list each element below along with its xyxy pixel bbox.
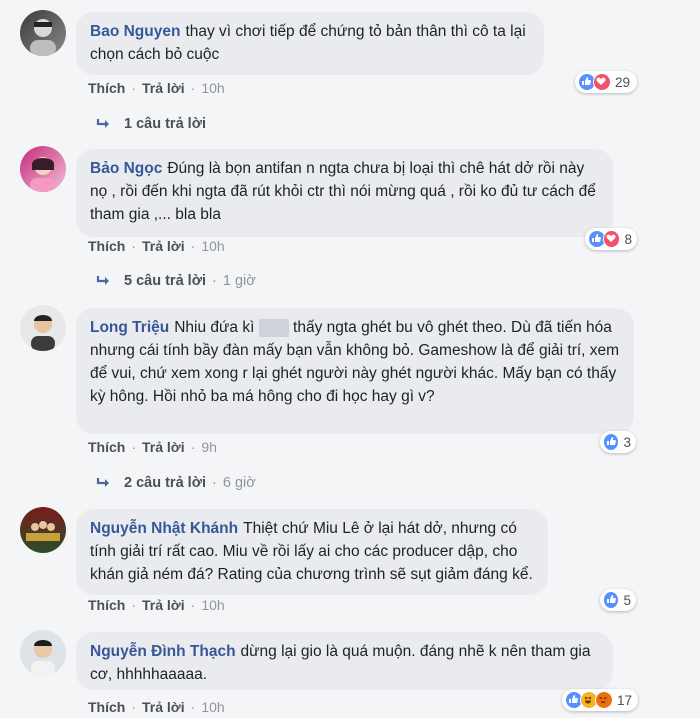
like-button[interactable]: Thích [88,238,125,254]
comment-bubble: Long Triệu Nhiu đứa kì thấy ngta ghét bu … [76,308,634,434]
reaction-summary[interactable]: 29 [575,71,637,93]
like-button[interactable]: Thích [88,439,125,455]
avatar[interactable] [20,305,66,351]
reaction-summary[interactable]: 8 [585,228,637,250]
comment-time[interactable]: 10h [201,80,224,96]
comment-actions: Thích · Trả lời · 10h [88,699,225,715]
view-replies-link[interactable]: 2 câu trả lời · 6 giờ [96,475,256,491]
view-replies-link[interactable]: 1 câu trả lời [96,116,206,132]
angry-icon [595,691,613,709]
reply-button[interactable]: Trả lời [142,80,185,96]
avatar[interactable] [20,630,66,676]
like-button[interactable]: Thích [88,699,125,715]
comment-actions: Thích · Trả lời · 10h [88,238,225,254]
love-icon [593,73,611,91]
replies-count[interactable]: 2 câu trả lời [124,475,206,491]
reply-arrow-icon [96,119,109,129]
comment-time[interactable]: 10h [201,597,224,613]
reply-arrow-icon [96,478,109,488]
avatar[interactable] [20,10,66,56]
comment-time[interactable]: 10h [201,699,224,715]
reaction-count: 3 [623,434,631,450]
comment-bubble: Nguyễn Đình Thạch dừng lại gio là quá muộ… [76,632,613,690]
reaction-summary[interactable]: 3 [600,431,636,453]
reaction-count: 5 [623,592,631,608]
comment-actions: Thích · Trả lời · 10h [88,597,225,613]
comment-author[interactable]: Long Triệu [90,319,169,336]
comment-time[interactable]: 9h [201,439,217,455]
view-replies-link[interactable]: 5 câu trả lời · 1 giờ [96,273,256,289]
reaction-summary[interactable]: 5 [600,589,636,611]
reaction-summary[interactable]: 17 [562,689,638,711]
avatar[interactable] [20,507,66,553]
reply-button[interactable]: Trả lời [142,238,185,254]
reply-button[interactable]: Trả lời [142,597,185,613]
comment-bubble: Bảo Ngọc Đúng là bọn antifan n ngta chưa … [76,149,613,237]
reply-button[interactable]: Trả lời [142,699,185,715]
comment-author[interactable]: Nguyễn Đình Thạch [90,643,236,660]
like-button[interactable]: Thích [88,80,125,96]
like-button[interactable]: Thích [88,597,125,613]
comment-bubble: Bao Nguyen thay vì chơi tiếp để chứng tỏ … [76,12,544,75]
comment-actions: Thích · Trả lời · 10h [88,80,225,96]
replies-count[interactable]: 5 câu trả lời [124,273,206,289]
reaction-count: 29 [615,74,631,90]
replies-count[interactable]: 1 câu trả lời [124,116,206,132]
comment-text: thấy ngta ghét bu vô ghét theo. Dù đã ti… [90,319,620,405]
replies-time: 1 giờ [222,273,256,289]
comment-bubble: Nguyễn Nhật Khánh Thiệt chứ Miu Lê ở lại … [76,509,548,595]
reply-button[interactable]: Trả lời [142,439,185,455]
comment-author[interactable]: Nguyễn Nhật Khánh [90,520,238,537]
avatar[interactable] [20,146,66,192]
comment-time[interactable]: 10h [201,238,224,254]
like-icon [603,433,620,451]
reaction-count: 17 [617,692,633,708]
love-icon [602,230,621,248]
reply-arrow-icon [96,276,109,286]
comment-author[interactable]: Bảo Ngọc [90,160,162,177]
redacted-word [258,318,289,337]
replies-time: 6 giờ [222,475,256,491]
comment-author[interactable]: Bao Nguyen [90,23,180,40]
comment-actions: Thích · Trả lời · 9h [88,439,217,455]
comment-text-start: Nhiu đứa kì [174,319,255,336]
comment-text: Đúng là bọn antifan n ngta chưa bị loại … [90,160,596,223]
like-icon [603,591,620,609]
reaction-count: 8 [624,231,632,247]
